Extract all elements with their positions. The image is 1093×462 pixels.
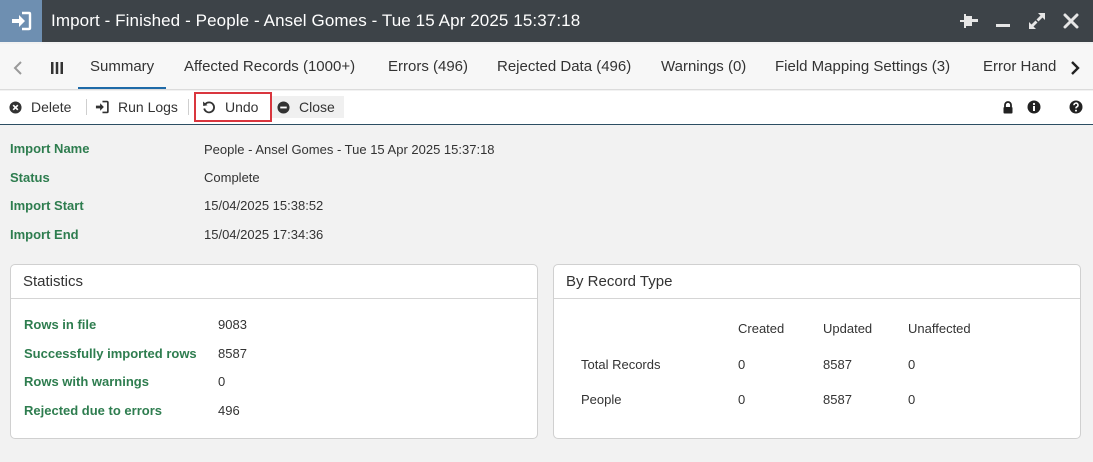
chevron-left-icon[interactable] bbox=[8, 58, 28, 78]
stat-value: 496 bbox=[218, 403, 240, 418]
record-type-name: People bbox=[581, 392, 622, 407]
import-name-value: People - Ansel Gomes - Tue 15 Apr 2025 1… bbox=[204, 142, 495, 157]
sign-in-icon bbox=[95, 100, 109, 114]
status-label: Status bbox=[10, 170, 50, 185]
delete-icon bbox=[8, 100, 22, 114]
stat-label: Rows with warnings bbox=[24, 374, 149, 389]
columns-icon[interactable] bbox=[47, 58, 67, 78]
window-title: Import - Finished - People - Ansel Gomes… bbox=[51, 11, 581, 30]
tab-errors[interactable]: Errors (496) bbox=[388, 44, 468, 89]
lock-icon[interactable] bbox=[1001, 100, 1015, 114]
close-label: Close bbox=[299, 99, 335, 115]
close-button[interactable]: Close bbox=[276, 96, 335, 118]
help-icon[interactable] bbox=[1069, 100, 1083, 114]
record-type-title: By Record Type bbox=[554, 265, 1080, 299]
toolbar-divider bbox=[86, 99, 87, 115]
column-header-unaffected: Unaffected bbox=[908, 321, 971, 336]
stat-label: Successfully imported rows bbox=[24, 346, 197, 361]
title-bar: Import - Finished - People - Ansel Gomes… bbox=[0, 0, 1093, 42]
tab-error-handling[interactable]: Error Hand bbox=[983, 44, 1056, 89]
undo-icon bbox=[202, 100, 216, 114]
pin-icon[interactable] bbox=[959, 11, 979, 31]
column-header-updated: Updated bbox=[823, 321, 873, 336]
import-end-value: 15/04/2025 17:34:36 bbox=[204, 227, 324, 242]
import-name-label: Import Name bbox=[10, 141, 90, 156]
toolbar: Delete Run Logs Undo Close bbox=[0, 91, 1093, 125]
import-start-value: 15/04/2025 15:38:52 bbox=[204, 198, 324, 213]
updated-count: 8587 bbox=[823, 392, 852, 407]
tab-summary[interactable]: Summary bbox=[78, 44, 167, 89]
tab-bar: Summary Affected Records (1000+) Errors … bbox=[0, 44, 1093, 90]
statistics-panel: Statistics Rows in file 9083 Successfull… bbox=[10, 264, 538, 439]
import-start-label: Import Start bbox=[10, 198, 84, 213]
unaffected-count: 0 bbox=[908, 357, 916, 372]
stat-value: 8587 bbox=[218, 346, 247, 361]
run-logs-button[interactable]: Run Logs bbox=[95, 96, 178, 118]
record-type-panel: By Record Type Created Updated Unaffecte… bbox=[553, 264, 1081, 439]
expand-icon[interactable] bbox=[1027, 11, 1047, 31]
import-end-label: Import End bbox=[10, 227, 79, 242]
run-logs-label: Run Logs bbox=[118, 99, 178, 115]
minimize-icon[interactable] bbox=[993, 11, 1013, 31]
sign-in-icon bbox=[0, 0, 42, 42]
created-count: 0 bbox=[738, 357, 746, 372]
stat-value: 0 bbox=[218, 374, 226, 389]
record-type-name: Total Records bbox=[581, 357, 661, 372]
delete-button[interactable]: Delete bbox=[8, 96, 71, 118]
updated-count: 8587 bbox=[823, 357, 852, 372]
stat-label: Rejected due to errors bbox=[24, 403, 162, 418]
tab-affected-records[interactable]: Affected Records (1000+) bbox=[184, 44, 355, 89]
tab-rejected-data[interactable]: Rejected Data (496) bbox=[497, 44, 631, 89]
statistics-title: Statistics bbox=[11, 265, 537, 299]
undo-button[interactable]: Undo bbox=[202, 96, 258, 118]
undo-label: Undo bbox=[225, 99, 259, 115]
chevron-right-icon[interactable] bbox=[1065, 58, 1085, 78]
tab-warnings[interactable]: Warnings (0) bbox=[661, 44, 746, 89]
info-icon[interactable] bbox=[1027, 100, 1041, 114]
unaffected-count: 0 bbox=[908, 392, 916, 407]
stat-value: 9083 bbox=[218, 317, 247, 332]
column-header-created: Created bbox=[738, 321, 785, 336]
status-value: Complete bbox=[204, 170, 260, 185]
stat-label: Rows in file bbox=[24, 317, 97, 332]
toolbar-divider bbox=[188, 99, 189, 115]
close-icon[interactable] bbox=[1061, 11, 1081, 31]
created-count: 0 bbox=[738, 392, 746, 407]
minus-circle-icon bbox=[276, 100, 290, 114]
delete-label: Delete bbox=[31, 99, 72, 115]
tab-field-mapping-settings[interactable]: Field Mapping Settings (3) bbox=[775, 44, 950, 89]
